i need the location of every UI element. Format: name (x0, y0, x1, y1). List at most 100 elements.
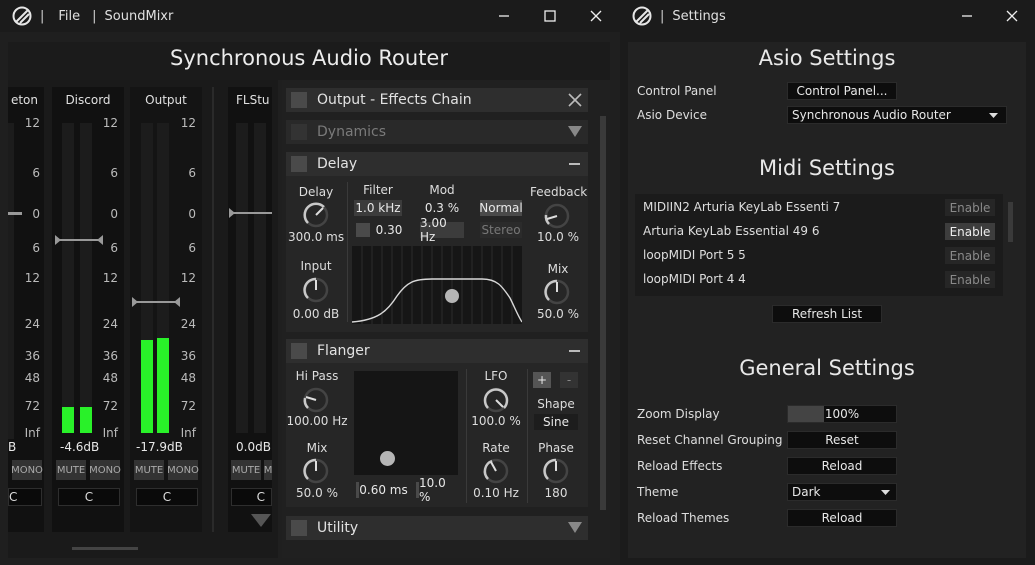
channel-db-readout: B (8, 440, 17, 454)
maximize-button[interactable] (527, 0, 573, 32)
collapse-flanger-icon[interactable] (569, 350, 580, 352)
xy-pad-handle[interactable] (380, 451, 395, 466)
settings-close-button[interactable] (989, 0, 1035, 32)
scroll-down-icon[interactable] (251, 514, 271, 528)
settings-minimize-button[interactable] (944, 0, 990, 32)
pan-field[interactable]: C (8, 488, 42, 506)
title-separator: | (92, 8, 97, 24)
db-scale-label: 6 (32, 241, 40, 255)
level-meter-right (254, 123, 266, 433)
xy-pad[interactable] (354, 371, 458, 475)
midi-enable-button[interactable]: Enable (945, 199, 995, 216)
flanger-divider-2 (527, 369, 528, 503)
channel-db-readout: -17.9dB (136, 440, 183, 454)
delay-time-knob[interactable] (302, 201, 330, 229)
filter-q-field[interactable]: 0.30 (374, 222, 404, 238)
utility-header[interactable]: Utility (286, 516, 588, 540)
level-meter-left (62, 123, 74, 433)
reset-grouping-button[interactable]: Reset (787, 431, 897, 449)
main-window: | File | SoundMixr Synchronous Audio Rou… (0, 0, 620, 565)
mono-button[interactable]: MONO (167, 460, 199, 480)
midi-list-scrollbar[interactable] (1008, 202, 1013, 242)
close-button[interactable] (573, 0, 619, 32)
flanger-enable-checkbox[interactable] (291, 343, 307, 359)
mod-rate-field[interactable]: 3.00 Hz (420, 216, 464, 244)
effects-scrollbar[interactable] (600, 116, 606, 510)
mod-depth-field[interactable]: 0.3 % (420, 200, 464, 216)
filter-freq-field[interactable]: 1.0 kHz (354, 200, 402, 216)
mute-button[interactable]: MUTE (134, 460, 164, 480)
lfo-knob[interactable] (482, 386, 510, 414)
refresh-list-button[interactable]: Refresh List (772, 305, 882, 323)
midi-enable-button[interactable]: Enable (945, 271, 995, 288)
flanger-depth-field[interactable]: 10.0 % (416, 476, 458, 504)
pan-field[interactable]: C (136, 488, 198, 506)
mode-normal-button[interactable]: Normal (479, 200, 523, 216)
file-menu[interactable]: File (58, 9, 80, 24)
reset-channel-grouping-label: Reset Channel Grouping (637, 433, 783, 447)
mute-button[interactable]: MUTE (231, 460, 261, 480)
phase-knob[interactable] (542, 457, 570, 485)
add-shape-button[interactable]: + (533, 372, 551, 388)
asio-device-dropdown[interactable]: Synchronous Audio Router (787, 106, 1007, 124)
close-chain-icon[interactable] (568, 93, 582, 107)
pan-field[interactable]: C (231, 488, 272, 506)
expand-dynamics-icon[interactable] (568, 126, 582, 138)
midi-device-name: loopMIDI Port 5 5 (643, 248, 746, 262)
mono-button[interactable]: MONO (11, 460, 43, 480)
rate-knob[interactable] (482, 457, 510, 485)
hipass-knob[interactable] (302, 386, 330, 414)
zoom-slider[interactable]: 100% (787, 405, 897, 423)
dynamics-header[interactable]: Dynamics (286, 120, 588, 144)
reload-themes-button[interactable]: Reload (787, 509, 897, 527)
midi-enable-button[interactable]: Enable (945, 247, 995, 264)
pan-field[interactable]: C (58, 488, 120, 506)
mode-stereo-button[interactable]: Stereo (480, 222, 522, 238)
midi-device-name: Arturia KeyLab Essential 49 6 (643, 224, 820, 238)
feedback-knob[interactable] (543, 202, 571, 230)
channel-name: Discord (65, 93, 111, 107)
mono-button[interactable]: M (264, 460, 272, 480)
midi-enable-button[interactable]: Enable (945, 223, 995, 240)
db-scale-label: 36 (180, 349, 196, 363)
hipass-label: Hi Pass (295, 369, 339, 383)
dynamics-enable-checkbox[interactable] (291, 124, 307, 140)
chain-enable-checkbox[interactable] (291, 92, 307, 108)
title-separator: | (40, 8, 45, 24)
db-scale-label: 24 (180, 317, 196, 331)
db-scale-label: 12 (180, 271, 196, 285)
shape-selector[interactable]: Sine (534, 414, 578, 430)
fader-handle[interactable] (229, 208, 272, 218)
expand-utility-icon[interactable] (568, 522, 582, 534)
meter-level (62, 407, 74, 433)
delay-time-value: 300.0 ms (288, 230, 345, 244)
fader-handle[interactable] (132, 297, 180, 307)
phase-label: Phase (538, 441, 574, 455)
db-scale-label: 6 (110, 166, 118, 180)
flanger-mix-knob[interactable] (302, 457, 330, 485)
flanger-delay-field[interactable]: 0.60 ms (356, 482, 408, 498)
theme-dropdown[interactable]: Dark (787, 483, 897, 501)
db-scale-label: 72 (180, 399, 196, 413)
reload-effects-button[interactable]: Reload (787, 457, 897, 475)
level-meter (8, 123, 14, 439)
mono-button[interactable]: MONO (89, 460, 121, 480)
delay-input-knob[interactable] (302, 276, 330, 304)
remove-shape-button[interactable]: - (560, 372, 578, 388)
filter-toggle[interactable] (356, 223, 370, 237)
control-panel-button[interactable]: Control Panel... (787, 82, 897, 100)
minimize-button[interactable] (481, 0, 527, 32)
db-scale-label: 6 (188, 241, 196, 255)
utility-title: Utility (317, 520, 359, 536)
mute-button[interactable]: MUTE (56, 460, 86, 480)
horizontal-scrollbar[interactable] (72, 547, 138, 550)
filter-response-graph[interactable] (352, 246, 522, 324)
collapse-delay-icon[interactable] (569, 163, 580, 165)
zoom-slider-fill (788, 406, 824, 422)
chevron-down-icon (881, 490, 890, 495)
channel-db-readout: 0.0dB (236, 440, 271, 454)
delay-mix-knob[interactable] (543, 278, 571, 306)
delay-enable-checkbox[interactable] (291, 156, 307, 172)
utility-enable-checkbox[interactable] (291, 520, 307, 536)
zoom-display-label: Zoom Display (637, 407, 720, 421)
